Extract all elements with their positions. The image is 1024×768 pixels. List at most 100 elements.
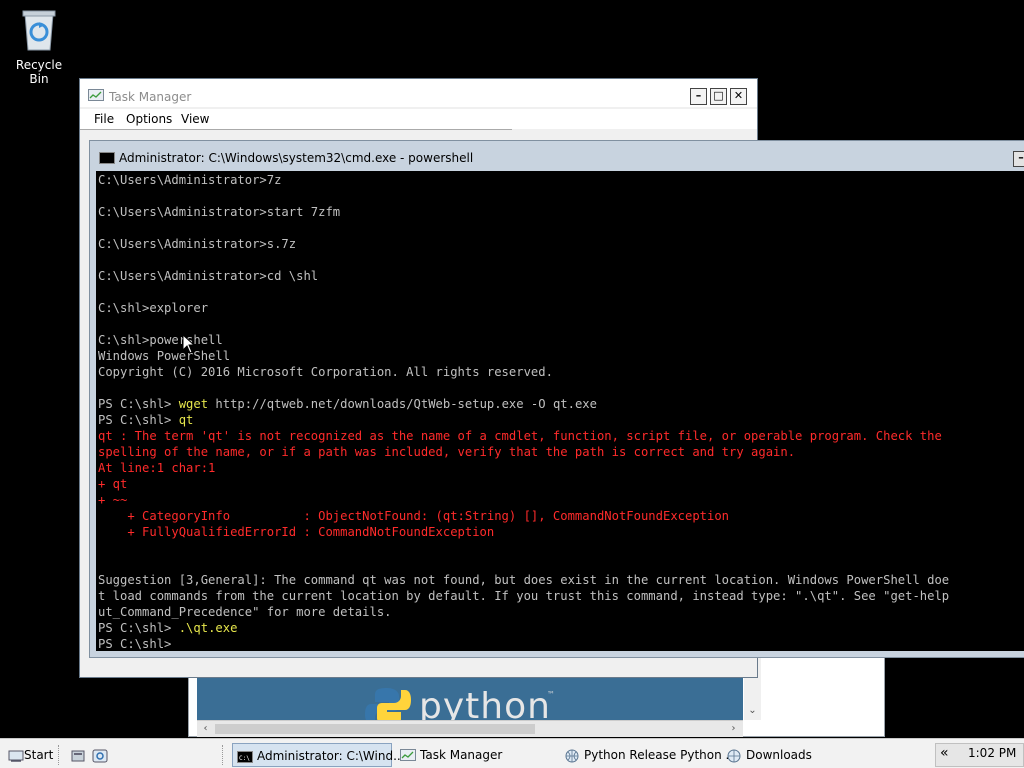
task-manager-icon bbox=[400, 748, 416, 761]
browser-globe-icon bbox=[565, 749, 579, 762]
console-minimize-button[interactable]: – bbox=[1013, 151, 1024, 167]
powershell-icon bbox=[92, 749, 108, 762]
console-text-segment: ut_Command_Precedence" for more details. bbox=[98, 605, 392, 619]
maximize-button[interactable]: □ bbox=[710, 88, 727, 105]
console-line: + FullyQualifiedErrorId : CommandNotFoun… bbox=[98, 524, 1024, 540]
console-line: C:\shl>powershell bbox=[98, 332, 1024, 348]
console-text-segment: C:\shl>powershell bbox=[98, 333, 223, 347]
quicklaunch-server-manager[interactable] bbox=[66, 743, 90, 767]
console-text-segment: At line:1 char:1 bbox=[98, 461, 216, 475]
taskbar-label: Task Manager bbox=[420, 748, 503, 762]
trademark-symbol: ™ bbox=[547, 690, 555, 699]
start-button[interactable]: Start bbox=[4, 743, 53, 767]
console-text-segment: Windows PowerShell bbox=[98, 349, 231, 363]
svg-text:C:\: C:\ bbox=[239, 755, 250, 762]
console-text-segment: PS C:\shl> bbox=[98, 621, 179, 635]
taskbar-separator bbox=[222, 745, 224, 765]
console-titlebar[interactable]: Administrator: C:\Windows\system32\cmd.e… bbox=[90, 141, 1024, 171]
scroll-left-icon[interactable]: ‹ bbox=[197, 720, 214, 737]
console-text-segment: qt : The term 'qt' is not recognized as … bbox=[98, 429, 942, 443]
console-text-segment: C:\Users\Administrator>7z bbox=[98, 173, 282, 187]
taskbar-item-console[interactable]: C:\ Administrator: C:\Wind... bbox=[232, 743, 405, 767]
tray-chevron-icon[interactable]: « bbox=[940, 745, 949, 761]
python-banner-text: python bbox=[419, 686, 551, 720]
close-button[interactable]: ✕ bbox=[730, 88, 747, 105]
taskbar-label: Downloads bbox=[746, 748, 812, 762]
taskbar: Start C:\ Administrator: C:\Wind... Task… bbox=[0, 738, 1024, 768]
taskbar-item-task-manager[interactable]: Task Manager bbox=[396, 743, 502, 767]
console-text-segment: + ~~ bbox=[98, 493, 128, 507]
console-line: At line:1 char:1 bbox=[98, 460, 1024, 476]
tab-divider bbox=[80, 129, 512, 130]
console-line: PS C:\shl> qt bbox=[98, 412, 1024, 428]
recycle-bin-desktop-icon[interactable]: Recycle Bin bbox=[6, 8, 72, 86]
console-line: spelling of the name, or if a path was i… bbox=[98, 444, 1024, 460]
cmd-icon: C:\ bbox=[237, 750, 253, 763]
console-text-segment: t load commands from the current locatio… bbox=[98, 589, 950, 603]
console-text-segment: C:\shl>explorer bbox=[98, 301, 209, 315]
system-tray: « 1:02 PM bbox=[935, 743, 1024, 767]
browser-globe-icon bbox=[727, 749, 741, 762]
scroll-right-icon[interactable]: › bbox=[725, 720, 742, 737]
console-line: + qt bbox=[98, 476, 1024, 492]
taskbar-item-downloads[interactable]: Downloads bbox=[722, 743, 812, 767]
scrollbar-thumb[interactable] bbox=[215, 724, 535, 734]
server-manager-icon bbox=[71, 750, 85, 761]
console-line: qt : The term 'qt' is not recognized as … bbox=[98, 428, 1024, 444]
recycle-bin-icon bbox=[22, 10, 56, 51]
task-manager-icon bbox=[88, 89, 104, 101]
console-line: Copyright (C) 2016 Microsoft Corporation… bbox=[98, 364, 1024, 380]
console-text-segment: C:\Users\Administrator>s.7z bbox=[98, 237, 297, 251]
tray-clock[interactable]: 1:02 PM bbox=[968, 746, 1016, 760]
console-line: PS C:\shl> .\qt.exe bbox=[98, 620, 1024, 636]
console-line: C:\shl>explorer bbox=[98, 300, 1024, 316]
console-text-segment: C:\Users\Administrator>start 7zfm bbox=[98, 205, 341, 219]
console-text-segment: PS C:\shl> bbox=[98, 397, 179, 411]
console-text-segment: qt bbox=[178, 413, 194, 427]
recycle-bin-label: Recycle Bin bbox=[15, 58, 63, 86]
menu-options[interactable]: Options bbox=[126, 112, 172, 126]
console-text-segment: http://qtweb.net/downloads/QtWeb-setup.e… bbox=[208, 397, 597, 411]
console-line: C:\Users\Administrator>s.7z bbox=[98, 236, 1024, 252]
minimize-button[interactable]: – bbox=[690, 88, 707, 105]
console-line: + CategoryInfo : ObjectNotFound: (qt:Str… bbox=[98, 508, 1024, 524]
console-line: + ~~ bbox=[98, 492, 1024, 508]
menu-file[interactable]: File bbox=[94, 112, 114, 126]
taskbar-item-browser[interactable]: Python Release Python ... bbox=[560, 743, 737, 767]
console-line: Windows PowerShell bbox=[98, 348, 1024, 364]
taskbar-label: Python Release Python ... bbox=[584, 748, 737, 762]
console-line: PS C:\shl> bbox=[98, 636, 1024, 651]
console-text-segment: .\qt.exe bbox=[178, 621, 238, 635]
start-icon bbox=[8, 750, 24, 762]
task-manager-titlebar[interactable]: Task Manager – □ ✕ bbox=[80, 79, 757, 107]
console-text-segment: PS C:\shl> bbox=[98, 637, 179, 651]
menu-view[interactable]: View bbox=[181, 112, 209, 126]
console-text-segment: C:\Users\Administrator>cd \shl bbox=[98, 269, 319, 283]
taskbar-separator bbox=[58, 745, 60, 765]
horizontal-scrollbar[interactable]: ‹ › bbox=[197, 720, 743, 737]
console-line: C:\Users\Administrator>7z bbox=[98, 172, 1024, 188]
console-text-segment: Copyright (C) 2016 Microsoft Corporation… bbox=[98, 365, 553, 379]
taskbar-label: Administrator: C:\Wind... bbox=[257, 749, 405, 763]
mouse-cursor-icon bbox=[182, 334, 196, 354]
python-logo-icon bbox=[365, 688, 411, 720]
console-line: C:\Users\Administrator>cd \shl bbox=[98, 268, 1024, 284]
quicklaunch-powershell[interactable] bbox=[88, 743, 112, 767]
console-window[interactable]: Administrator: C:\Windows\system32\cmd.e… bbox=[89, 140, 1024, 658]
console-output[interactable]: C:\Users\Administrator>7z C:\Users\Admin… bbox=[96, 171, 1024, 651]
console-text-segment: + qt bbox=[98, 477, 128, 491]
console-text-segment: Suggestion [3,General]: The command qt w… bbox=[98, 573, 950, 587]
scroll-down-icon[interactable]: ⌄ bbox=[744, 702, 761, 719]
cmd-icon bbox=[99, 152, 115, 164]
task-manager-title: Task Manager bbox=[109, 90, 192, 104]
console-line: ut_Command_Precedence" for more details. bbox=[98, 604, 1024, 620]
console-text-segment: + CategoryInfo : ObjectNotFound: (qt:Str… bbox=[98, 509, 730, 523]
start-label: Start bbox=[24, 748, 54, 762]
